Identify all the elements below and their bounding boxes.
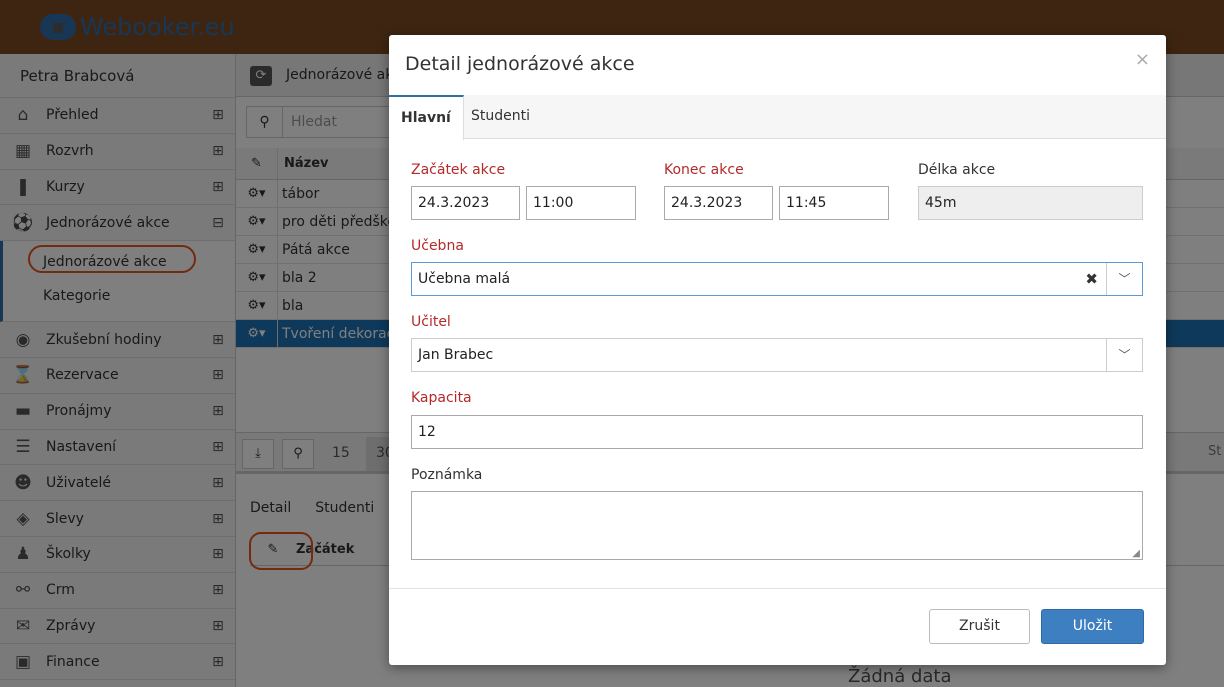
- dialog-tabs: Hlavní Studenti: [389, 95, 1166, 140]
- chevron-down-icon[interactable]: ﹀: [1106, 339, 1142, 371]
- resize-grip-icon[interactable]: ◢: [1132, 548, 1140, 559]
- event-detail-dialog: Detail jednorázové akce × Hlavní Student…: [389, 35, 1166, 665]
- length-label: Délka akce: [918, 162, 996, 178]
- start-date-input[interactable]: 24.3.2023: [411, 186, 520, 220]
- clear-icon[interactable]: ✖: [1085, 263, 1098, 295]
- note-textarea[interactable]: ◢: [411, 491, 1143, 560]
- start-time-input[interactable]: 11:00: [526, 186, 636, 220]
- room-value: Učebna malá: [418, 271, 511, 287]
- end-label: Konec akce: [664, 162, 744, 178]
- length-field: 45m: [918, 186, 1143, 220]
- note-label: Poznámka: [411, 467, 483, 483]
- end-time-input[interactable]: 11:45: [779, 186, 889, 220]
- cancel-button[interactable]: Zrušit: [929, 609, 1030, 644]
- dialog-title: Detail jednorázové akce: [405, 53, 635, 75]
- tab-students[interactable]: Studenti: [459, 95, 542, 139]
- teacher-select[interactable]: Jan Brabec ﹀: [411, 338, 1143, 372]
- tab-main[interactable]: Hlavní: [389, 95, 464, 140]
- chevron-down-icon[interactable]: ﹀: [1106, 263, 1142, 295]
- capacity-input[interactable]: 12: [411, 415, 1143, 449]
- start-label: Začátek akce: [411, 162, 506, 178]
- save-button[interactable]: Uložit: [1041, 609, 1144, 644]
- teacher-value: Jan Brabec: [418, 347, 494, 363]
- dialog-footer: Zrušit Uložit: [389, 588, 1166, 665]
- room-select[interactable]: Učebna malá ✖ ﹀: [411, 262, 1143, 296]
- capacity-label: Kapacita: [411, 390, 472, 406]
- room-label: Učebna: [411, 238, 464, 254]
- teacher-label: Učitel: [411, 314, 451, 330]
- close-icon[interactable]: ×: [1135, 49, 1150, 70]
- end-date-input[interactable]: 24.3.2023: [664, 186, 773, 220]
